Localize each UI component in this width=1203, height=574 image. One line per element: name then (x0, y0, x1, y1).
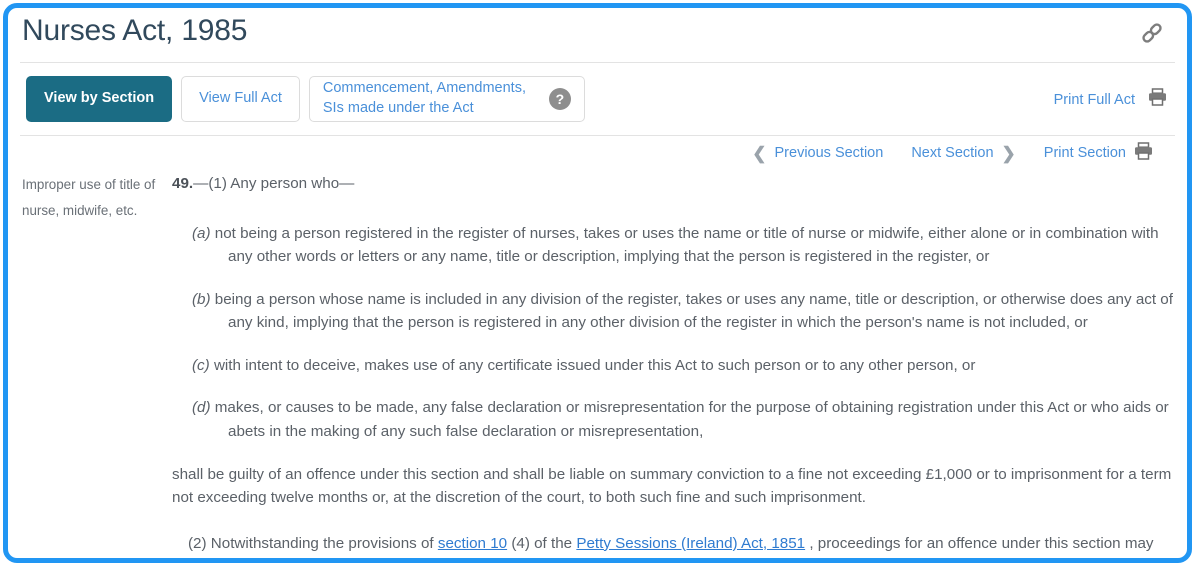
next-section-button[interactable]: Next Section ❯ (897, 145, 1029, 162)
subsection-2: (2) Notwithstanding the provisions of se… (172, 532, 1173, 558)
marginal-note: Improper use of title of nurse, midwife,… (22, 177, 156, 219)
paragraph-a-text: not being a person registered in the reg… (210, 224, 1159, 266)
title-bar: Nurses Act, 1985 (8, 8, 1187, 62)
link-section-10[interactable]: section 10 (438, 535, 507, 552)
printer-icon (1148, 88, 1167, 111)
tab-view-by-section[interactable]: View by Section (26, 76, 173, 122)
paragraph-c-text: with intent to deceive, makes use of any… (209, 356, 976, 374)
question-mark-icon[interactable]: ? (548, 88, 571, 110)
previous-section-label: Previous Section (774, 145, 884, 161)
previous-section-button[interactable]: ❮ Previous Section (738, 145, 897, 162)
paragraph-d-label: (d) (192, 399, 211, 417)
page-title: Nurses Act, 1985 (22, 14, 248, 47)
section-nav-group: ❮ Previous Section Next Section ❯ Print … (738, 142, 1167, 164)
paragraph-b-text: being a person whose name is included in… (210, 290, 1173, 332)
print-section-button[interactable]: Print Section (1030, 142, 1167, 164)
paragraph-d: (d) makes, or causes to be made, any fal… (192, 396, 1173, 443)
view-toolbar: View by Section View Full Act Commenceme… (8, 63, 1187, 135)
section-number: 49. (172, 175, 194, 192)
paragraph-b-label: (b) (192, 290, 211, 308)
paragraph-c: (c) with intent to deceive, makes use of… (192, 354, 1173, 378)
section-body: 49.—(1) Any person who— (a) not being a … (172, 170, 1173, 558)
paragraph-b: (b) being a person whose name is include… (192, 288, 1173, 335)
subsection-2-middle: (4) of the (507, 534, 577, 552)
tab-view-by-section-label: View by Section (44, 90, 155, 107)
section-nav: ❮ Previous Section Next Section ❯ Print … (8, 136, 1187, 170)
tab-commencement-amendments[interactable]: Commencement, Amendments, SIs made under… (308, 76, 585, 122)
print-full-act-button[interactable]: Print Full Act (1054, 88, 1167, 111)
link-petty-sessions-act[interactable]: Petty Sessions (Ireland) Act, 1851 (576, 535, 805, 552)
paragraph-a: (a) not being a person registered in the… (192, 222, 1173, 269)
next-section-label: Next Section (911, 145, 994, 161)
chevron-left-icon: ❮ (752, 143, 767, 163)
paragraph-list: (a) not being a person registered in the… (172, 222, 1173, 444)
section-lead-in: 49.—(1) Any person who— (172, 170, 1173, 196)
act-viewer-panel: Nurses Act, 1985 View by Section View Fu… (3, 3, 1192, 563)
paragraph-a-label: (a) (192, 224, 211, 242)
chain-link-icon[interactable] (1139, 20, 1165, 46)
print-section-label: Print Section (1043, 145, 1126, 161)
chevron-right-icon: ❯ (1001, 143, 1016, 163)
print-full-act-label: Print Full Act (1053, 91, 1135, 108)
paragraph-c-label: (c) (192, 356, 210, 374)
paragraph-d-text: makes, or causes to be made, any false d… (210, 399, 1169, 440)
paragraph-tail: shall be guilty of an offence under this… (172, 465, 1172, 507)
printer-icon (1134, 142, 1153, 164)
section-lead-text: —(1) Any person who— (193, 175, 355, 192)
tab-commencement-amendments-label: Commencement, Amendments, SIs made under… (322, 80, 526, 116)
subsection-2-prefix: (2) Notwithstanding the provisions of (188, 534, 438, 552)
section-content: Improper use of title of nurse, midwife,… (8, 170, 1187, 558)
tab-view-full-act-label: View Full Act (199, 90, 282, 107)
view-tabs: View by Section View Full Act Commenceme… (26, 76, 585, 122)
tab-view-full-act[interactable]: View Full Act (181, 76, 300, 122)
